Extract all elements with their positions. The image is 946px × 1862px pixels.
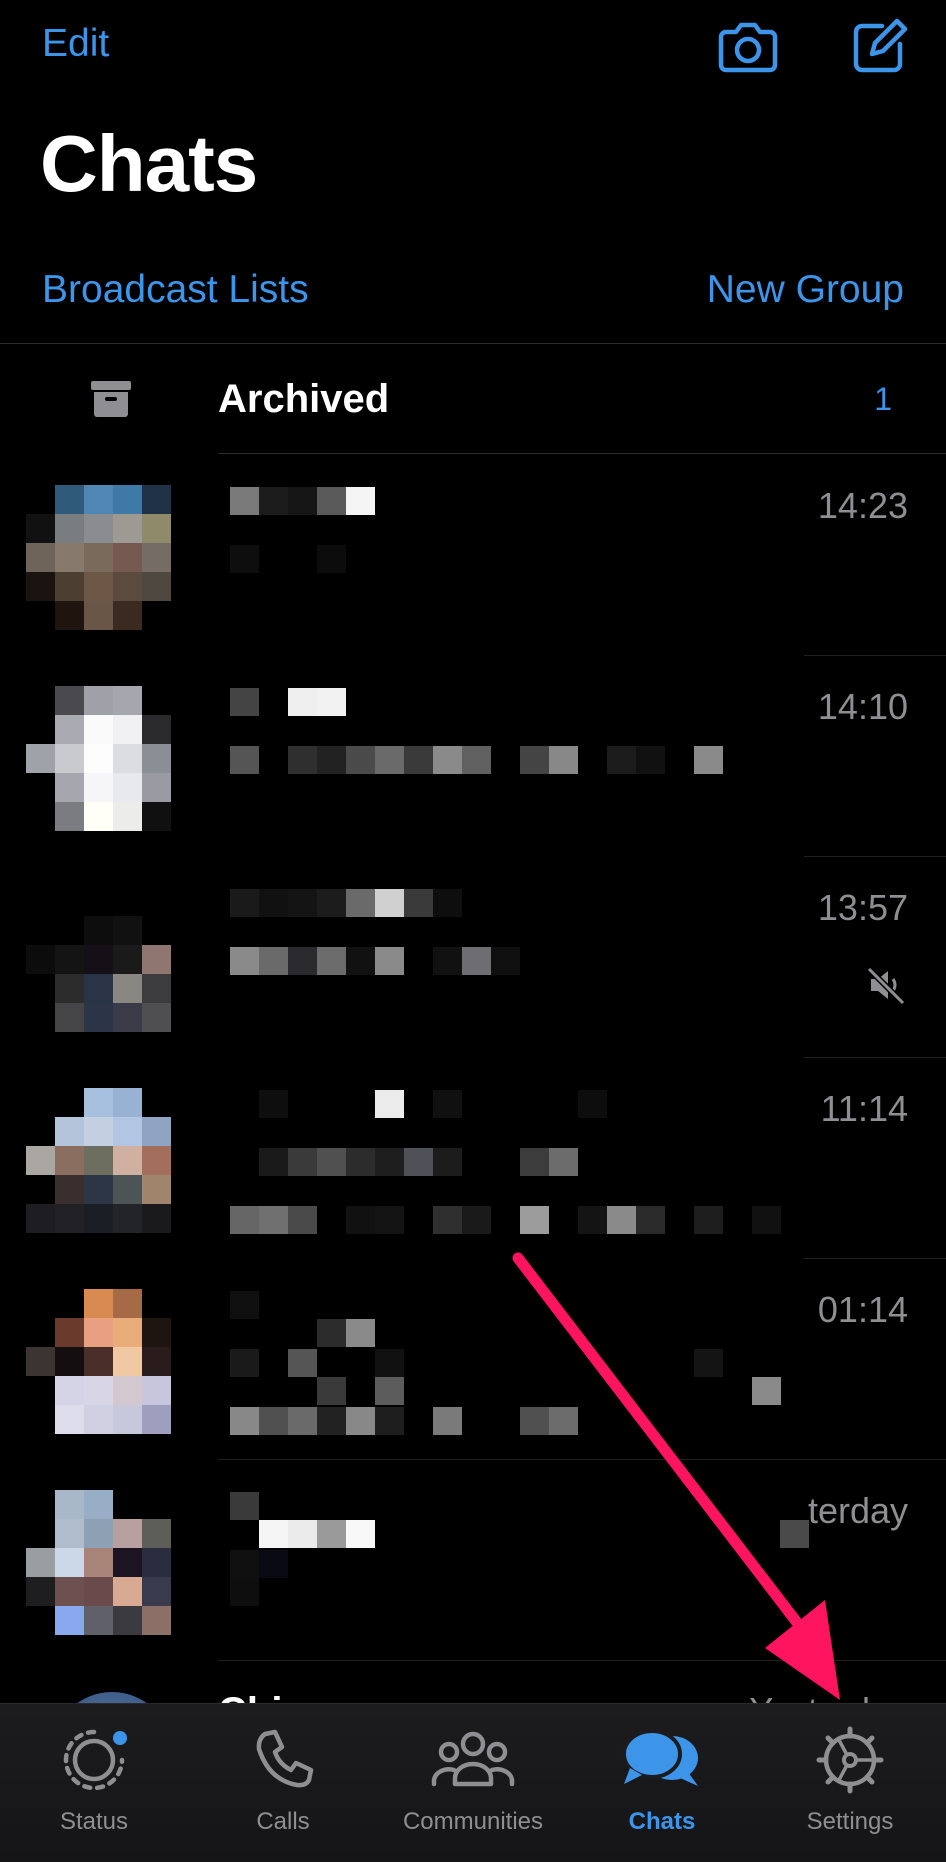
chat-row[interactable]: 14:10	[0, 656, 946, 857]
tab-label: Chats	[628, 1808, 696, 1835]
chat-time: 11:14	[820, 1088, 908, 1129]
compose-icon	[853, 18, 908, 73]
chat-bubbles-icon	[622, 1729, 698, 1786]
chat-row[interactable]: terday	[0, 1460, 946, 1661]
list-actions: Broadcast Lists New Group	[0, 262, 946, 342]
divider	[218, 453, 946, 454]
chat-row[interactable]: 11:14	[0, 1058, 946, 1259]
archive-box-icon	[91, 381, 131, 417]
chat-time: 14:23	[817, 485, 908, 526]
avatar	[26, 485, 172, 631]
chat-time: terday	[807, 1490, 908, 1531]
avatar	[26, 1088, 172, 1234]
chat-row[interactable]: 13:57	[0, 857, 946, 1058]
tab-communities[interactable]: Communities	[383, 1704, 563, 1854]
avatar	[26, 887, 172, 1033]
new-group-link[interactable]: New Group	[707, 268, 904, 312]
camera-icon	[718, 22, 778, 73]
compose-button[interactable]	[842, 10, 914, 82]
broadcast-lists-link[interactable]: Broadcast Lists	[42, 268, 309, 312]
tab-label: Settings	[806, 1808, 894, 1835]
chat-row[interactable]: 01:14	[0, 1259, 946, 1460]
chat-time: 01:14	[817, 1289, 908, 1330]
chat-time: 13:57	[817, 887, 908, 928]
tab-bar: Status Calls Communities Chats Settings	[0, 1703, 946, 1862]
avatar	[26, 1490, 172, 1636]
status-ring-icon	[63, 1729, 127, 1791]
avatar	[26, 686, 172, 832]
people-icon	[431, 1731, 515, 1787]
archived-count: 1	[874, 381, 892, 417]
camera-button[interactable]	[712, 10, 784, 82]
tab-settings[interactable]: Settings	[760, 1704, 940, 1854]
muted-speaker-icon	[866, 966, 906, 1005]
tab-label: Calls	[256, 1808, 310, 1835]
tab-label: Status	[59, 1808, 129, 1835]
tab-label: Communities	[402, 1808, 544, 1835]
avatar	[26, 1289, 172, 1435]
divider	[0, 343, 946, 344]
archived-row[interactable]: Archived 1	[0, 345, 946, 453]
tab-calls[interactable]: Calls	[193, 1704, 373, 1854]
archived-label: Archived	[218, 377, 390, 421]
tab-status[interactable]: Status	[4, 1704, 184, 1854]
edit-button[interactable]: Edit	[42, 22, 109, 66]
tab-chats[interactable]: Chats	[572, 1704, 752, 1854]
chat-row[interactable]: 14:23	[0, 455, 946, 656]
page-title: Chats	[40, 119, 258, 208]
gear-icon	[816, 1726, 884, 1794]
chat-time: 14:10	[817, 686, 908, 727]
phone-icon	[256, 1729, 314, 1788]
